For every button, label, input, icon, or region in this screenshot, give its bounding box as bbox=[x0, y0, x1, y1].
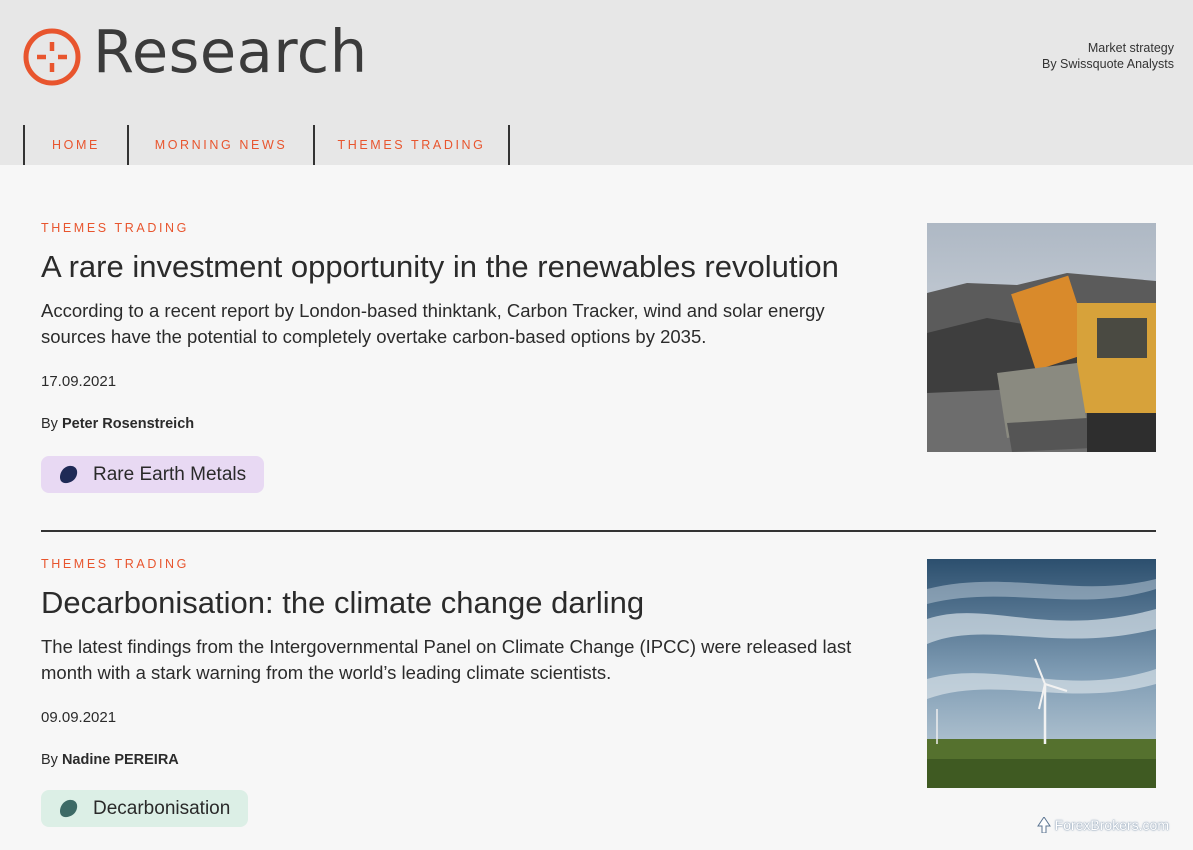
watermark-text: ForexBrokers.com bbox=[1054, 817, 1169, 833]
author-name: Peter Rosenstreich bbox=[61, 416, 195, 432]
tagline-line-1: Market strategy bbox=[1087, 41, 1174, 55]
article-divider bbox=[41, 530, 1156, 532]
nav-item-home[interactable]: HOME bbox=[23, 125, 127, 165]
tag-rare-earth-metals[interactable]: Rare Earth Metals bbox=[41, 456, 265, 493]
main-nav: HOME MORNING NEWS THEMES TRADING bbox=[23, 125, 510, 165]
excavator-image bbox=[927, 223, 1156, 452]
tagline-line-2: By Swissquote Analysts bbox=[1041, 57, 1174, 71]
header-tagline: Market strategy By Swissquote Analysts bbox=[1042, 40, 1174, 72]
logo-text[interactable]: Research bbox=[93, 16, 368, 88]
watermark: ForexBrokers.com bbox=[1036, 817, 1169, 833]
author-prefix: By bbox=[41, 752, 58, 768]
wind-turbine-image bbox=[927, 559, 1156, 788]
article-summary: The latest findings from the Intergovern… bbox=[41, 636, 852, 683]
tree-icon bbox=[1036, 817, 1051, 833]
tag-label: Rare Earth Metals bbox=[93, 463, 247, 485]
page-header: Research Market strategy By Swissquote A… bbox=[0, 0, 1193, 165]
tag-decarbonisation[interactable]: Decarbonisation bbox=[41, 790, 249, 827]
blob-icon bbox=[59, 465, 78, 483]
blob-icon bbox=[59, 799, 78, 817]
article-thumbnail-excavator[interactable] bbox=[927, 223, 1156, 452]
author-prefix: By bbox=[41, 416, 58, 432]
article-summary: According to a recent report by London-b… bbox=[41, 300, 825, 347]
author-name: Nadine PEREIRA bbox=[61, 752, 179, 768]
nav-item-themes-trading[interactable]: THEMES TRADING bbox=[313, 125, 510, 165]
tag-label: Decarbonisation bbox=[93, 797, 231, 819]
crosshair-logo-icon bbox=[23, 28, 81, 86]
article-card: THEMES TRADING Decarbonisation: the clim… bbox=[41, 557, 1156, 827]
article-card: THEMES TRADING A rare investment opportu… bbox=[41, 221, 1156, 493]
article-thumbnail-wind-turbines[interactable] bbox=[927, 559, 1156, 788]
nav-item-morning-news[interactable]: MORNING NEWS bbox=[127, 125, 313, 165]
